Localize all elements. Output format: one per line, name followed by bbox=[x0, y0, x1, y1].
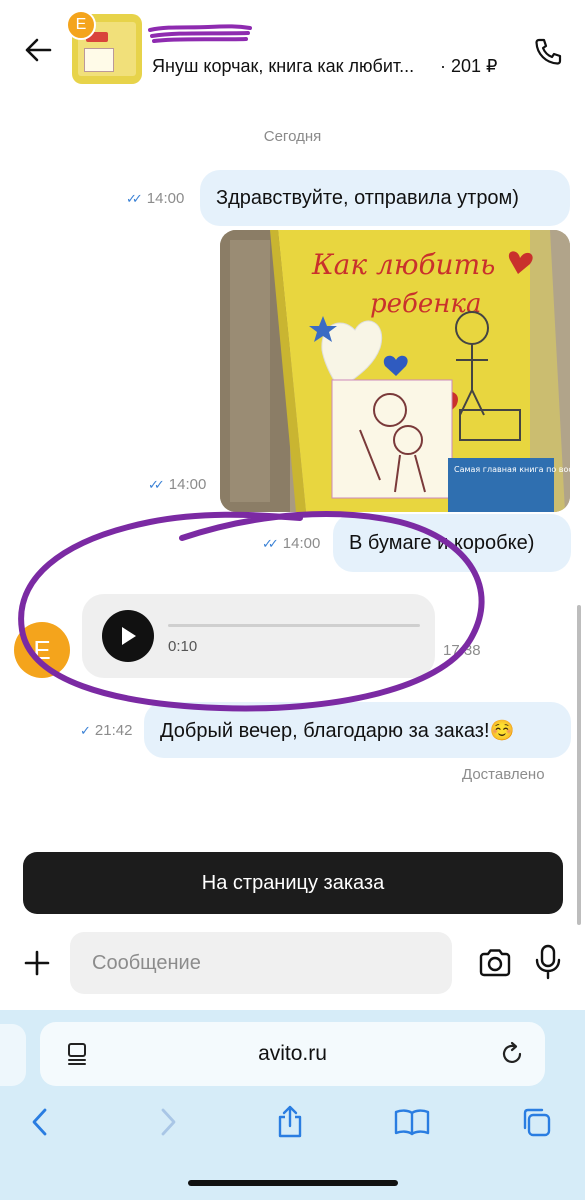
double-check-icon: ✓✓ bbox=[262, 535, 279, 551]
scrollbar[interactable] bbox=[577, 605, 581, 925]
play-button[interactable] bbox=[102, 610, 154, 662]
url-text[interactable]: avito.ru bbox=[40, 1022, 545, 1086]
tabs-icon bbox=[523, 1108, 551, 1137]
message-bubble[interactable]: Добрый вечер, благодарю за заказ!☺️ bbox=[144, 702, 571, 758]
share-button[interactable] bbox=[272, 1104, 308, 1140]
chat-header: E Януш корчак, книга как любит... · 201 … bbox=[0, 0, 585, 100]
message-meta: ✓✓ 14:00 bbox=[126, 190, 184, 207]
message-input[interactable] bbox=[70, 932, 452, 994]
attach-button[interactable] bbox=[18, 944, 56, 982]
bookmarks-button[interactable] bbox=[394, 1104, 430, 1140]
home-indicator[interactable] bbox=[188, 1180, 398, 1186]
message-meta: ✓ 21:42 bbox=[80, 722, 132, 739]
redaction-scribble bbox=[148, 24, 252, 43]
plus-icon bbox=[24, 950, 50, 976]
voice-duration: 0:10 bbox=[168, 638, 198, 655]
address-bar[interactable]: avito.ru bbox=[40, 1022, 545, 1086]
play-icon bbox=[122, 627, 136, 645]
reload-icon[interactable] bbox=[498, 1040, 526, 1068]
double-check-icon: ✓✓ bbox=[126, 190, 143, 206]
message-time: 14:00 bbox=[146, 190, 185, 207]
browser-back-button[interactable] bbox=[22, 1104, 58, 1140]
mic-button[interactable] bbox=[530, 942, 566, 982]
voice-progress-track[interactable] bbox=[168, 624, 420, 627]
message-meta: ✓✓ 14:00 bbox=[148, 476, 206, 493]
message-text: Добрый вечер, благодарю за заказ!☺️ bbox=[160, 719, 515, 742]
order-page-button[interactable]: На страницу заказа bbox=[23, 852, 563, 914]
message-time: 14:00 bbox=[282, 535, 321, 552]
message-time: 21:42 bbox=[94, 722, 133, 739]
chevron-right-icon bbox=[161, 1108, 176, 1136]
tabs-button[interactable] bbox=[518, 1104, 554, 1140]
svg-text:Самая главная книга по воспита: Самая главная книга по воспитанию детей … bbox=[454, 465, 570, 474]
message-time: 17:38 bbox=[443, 642, 481, 659]
seller-avatar: E bbox=[66, 10, 96, 40]
message-bubble[interactable]: В бумаге и коробке) bbox=[333, 514, 571, 572]
call-button[interactable] bbox=[528, 32, 568, 72]
delivered-status: Доставлено bbox=[462, 766, 545, 783]
check-icon: ✓ bbox=[80, 722, 91, 738]
camera-icon bbox=[479, 949, 511, 977]
share-icon bbox=[278, 1105, 302, 1138]
message-text: В бумаге и коробке) bbox=[349, 531, 535, 554]
item-title[interactable]: Януш корчак, книга как любит... bbox=[152, 56, 414, 77]
date-separator: Сегодня bbox=[263, 128, 322, 145]
previous-tab-preview[interactable] bbox=[0, 1024, 26, 1086]
message-bubble[interactable]: Здравствуйте, отправила утром) bbox=[200, 170, 570, 226]
back-button[interactable] bbox=[20, 32, 56, 68]
sender-avatar[interactable]: E bbox=[14, 622, 70, 678]
message-time: 14:00 bbox=[168, 476, 207, 493]
browser-toolbar: avito.ru bbox=[0, 1010, 585, 1200]
message-meta: ✓✓ 14:00 bbox=[262, 535, 320, 552]
chat-area[interactable]: Сегодня ✓✓ 14:00 Здравствуйте, отправила… bbox=[0, 100, 585, 925]
camera-button[interactable] bbox=[476, 944, 514, 982]
phone-icon bbox=[535, 38, 562, 65]
browser-forward-button[interactable] bbox=[150, 1104, 186, 1140]
double-check-icon: ✓✓ bbox=[148, 476, 165, 492]
item-price: · 201 ₽ bbox=[440, 56, 498, 76]
message-text: Здравствуйте, отправила утром) bbox=[216, 186, 519, 209]
arrow-left-icon bbox=[25, 38, 52, 62]
photo-message[interactable]: Как любить ребенка Самая главная книга п… bbox=[220, 230, 570, 512]
svg-text:Как любить: Как любить bbox=[311, 248, 495, 281]
voice-message[interactable]: 0:10 bbox=[82, 594, 435, 678]
book-photo: Как любить ребенка Самая главная книга п… bbox=[220, 230, 570, 512]
mic-icon bbox=[535, 944, 561, 980]
book-icon bbox=[394, 1109, 430, 1136]
chevron-left-icon bbox=[32, 1108, 47, 1136]
